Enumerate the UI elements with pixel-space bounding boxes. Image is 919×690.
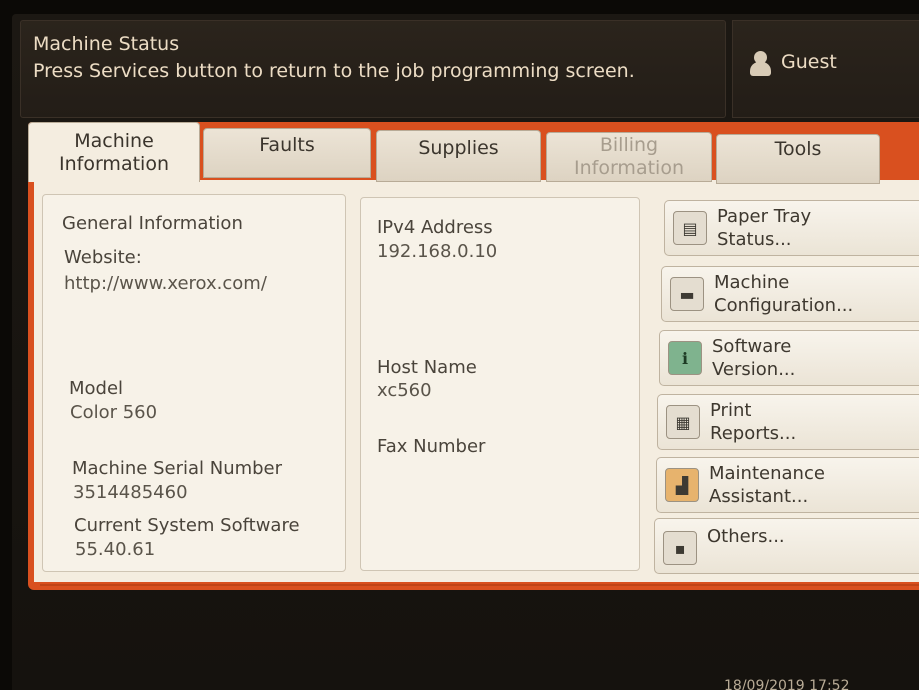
tab-billing-information[interactable]: Billing Information <box>546 132 712 182</box>
user-label: Guest <box>781 51 837 73</box>
tab-label: Machine <box>74 129 154 152</box>
button-label: Version... <box>712 359 796 380</box>
tab-faults[interactable]: Faults <box>203 128 371 178</box>
tab-supplies[interactable]: Supplies <box>376 130 541 182</box>
others-icon: ▪ <box>663 531 697 565</box>
software-version-button[interactable]: i Software Version... <box>659 330 919 386</box>
machine-configuration-button[interactable]: ▬ Machine Configuration... <box>661 266 919 322</box>
button-label: Reports... <box>710 423 797 444</box>
info-icon: i <box>668 341 702 375</box>
tab-label: Supplies <box>418 136 499 159</box>
tab-label: Information <box>574 157 684 179</box>
website-value: http://www.xerox.com/ <box>64 273 267 294</box>
user-button[interactable]: Guest <box>732 20 919 118</box>
host-name-value: xc560 <box>377 380 432 401</box>
paper-tray-icon: ▤ <box>673 211 707 245</box>
page-subtitle: Press Services button to return to the j… <box>33 60 635 82</box>
model-label: Model <box>69 378 124 399</box>
tab-label: Tools <box>774 137 822 160</box>
tab-machine-information[interactable]: Machine Information <box>28 122 200 182</box>
fax-number-label: Fax Number <box>377 436 486 457</box>
button-label: Maintenance <box>709 463 825 484</box>
general-information-card: General Information Website: http://www.… <box>42 194 346 572</box>
serial-value: 3514485460 <box>73 482 188 503</box>
serial-label: Machine Serial Number <box>72 458 283 479</box>
report-icon: ▦ <box>666 405 700 439</box>
tab-tools[interactable]: Tools <box>716 134 880 184</box>
status-header: Machine Status Press Services button to … <box>20 20 726 118</box>
website-label: Website: <box>64 247 142 268</box>
ipv4-label: IPv4 Address <box>377 217 493 238</box>
maintenance-assistant-button[interactable]: ▟ Maintenance Assistant... <box>656 457 919 513</box>
tab-label: Billing <box>599 134 659 156</box>
panel-divider <box>40 584 919 586</box>
host-name-label: Host Name <box>377 357 477 378</box>
tab-label: Faults <box>259 133 315 156</box>
software-label: Current System Software <box>74 515 300 536</box>
button-label: Assistant... <box>709 486 809 507</box>
maintenance-icon: ▟ <box>665 468 699 502</box>
button-label: Status... <box>717 229 792 250</box>
others-button[interactable]: ▪ Others... <box>654 518 919 574</box>
print-reports-button[interactable]: ▦ Print Reports... <box>657 394 919 450</box>
button-label: Others... <box>707 526 785 547</box>
button-label: Print <box>710 400 752 421</box>
general-heading: General Information <box>62 213 243 234</box>
clock: 18/09/2019 17:52 <box>724 678 850 690</box>
page-title: Machine Status <box>33 33 180 55</box>
button-label: Configuration... <box>714 295 854 316</box>
printer-icon: ▬ <box>670 277 704 311</box>
tab-label: Information <box>59 152 169 175</box>
network-information-card: IPv4 Address 192.168.0.10 Host Name xc56… <box>360 197 640 571</box>
ipv4-value: 192.168.0.10 <box>377 241 498 262</box>
paper-tray-status-button[interactable]: ▤ Paper Tray Status... <box>664 200 919 256</box>
software-value: 55.40.61 <box>75 539 156 560</box>
button-label: Paper Tray <box>717 206 812 227</box>
button-label: Software <box>712 336 792 357</box>
button-label: Machine <box>714 272 790 293</box>
user-icon <box>749 51 771 77</box>
model-value: Color 560 <box>70 402 158 423</box>
